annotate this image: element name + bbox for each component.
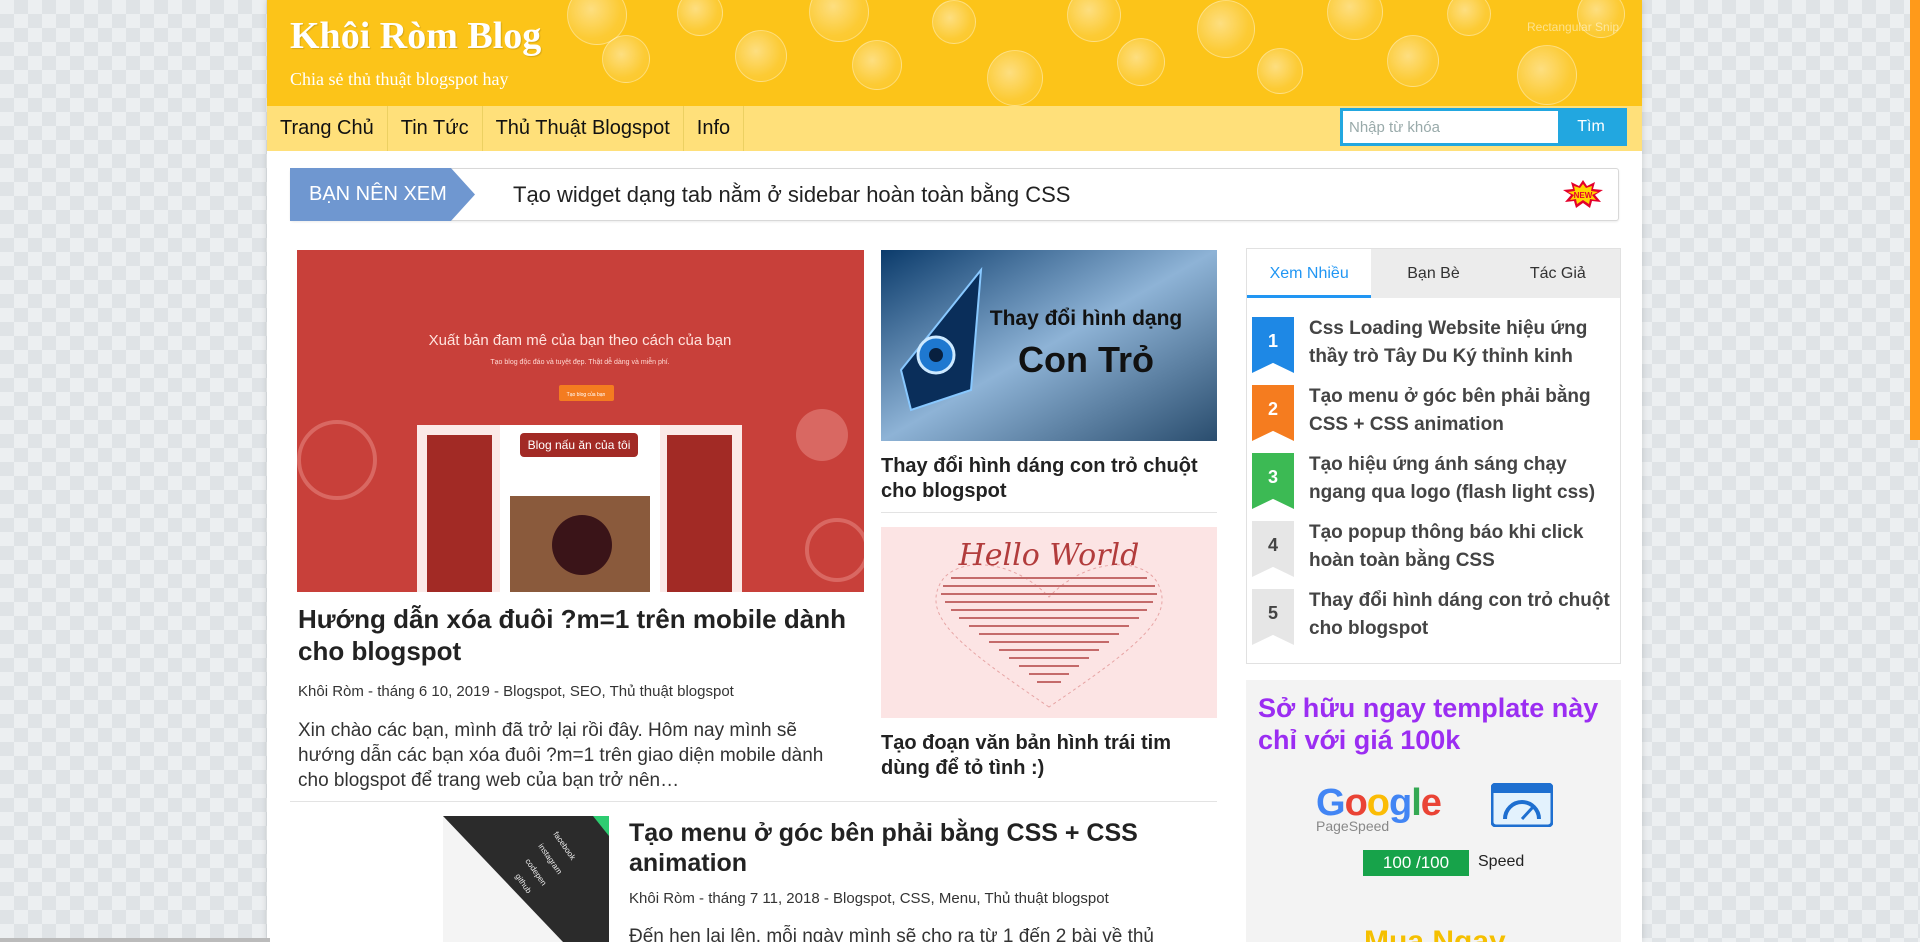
popular-post-item[interactable]: 2 Tạo menu ở góc bên phải bằng CSS + CSS… xyxy=(1252,385,1617,441)
main-nav: Trang Chủ Tin Tức Thủ Thuật Blogspot Inf… xyxy=(267,106,1642,151)
cursor-shape-illustration: Thay đổi hình dạng Con Trỏ xyxy=(881,250,1217,441)
promo-title: Sở hữu ngay template này chỉ với giá 100… xyxy=(1258,693,1599,755)
popular-rank-badge: 4 xyxy=(1252,521,1294,577)
buy-now-button[interactable]: Mua Ngay xyxy=(1364,925,1506,942)
blog-title[interactable]: Khôi Ròm Blog xyxy=(290,14,541,58)
featured-side-image-1[interactable]: Thay đổi hình dạng Con Trỏ xyxy=(881,250,1217,441)
new-badge-icon: NEW xyxy=(1563,180,1603,208)
popular-post-title[interactable]: Tạo hiệu ứng ánh sáng chạy ngang qua log… xyxy=(1309,451,1614,507)
bubble-decoration xyxy=(1257,48,1303,94)
template-promo-widget: Sở hữu ngay template này chỉ với giá 100… xyxy=(1246,680,1621,942)
scroll-indicator-strip xyxy=(1910,0,1920,440)
new-badge-text: NEW xyxy=(1574,191,1593,200)
corner-menu-illustration: facebook instagram codepen github xyxy=(443,816,609,942)
featured-side-divider xyxy=(881,512,1217,513)
search-input[interactable] xyxy=(1343,111,1558,143)
nav-item-home[interactable]: Trang Chủ xyxy=(267,106,388,151)
popular-post-item[interactable]: 4 Tạo popup thông báo khi click hoàn toà… xyxy=(1252,521,1617,577)
image-line-1: Thay đổi hình dạng xyxy=(990,307,1183,330)
popular-post-title[interactable]: Thay đổi hình dáng con trỏ chuột cho blo… xyxy=(1309,587,1614,643)
speed-score-badge: 100 /100 xyxy=(1363,850,1469,876)
recommended-ticker: BẠN NÊN XEM Tạo widget dạng tab nằm ở si… xyxy=(290,168,1619,221)
bubble-decoration xyxy=(809,0,869,42)
blog-description: Chia sẻ thủ thuật blogspot hay xyxy=(290,69,509,89)
post-thumbnail[interactable]: facebook instagram codepen github xyxy=(443,816,609,942)
popular-post-item[interactable]: 5 Thay đổi hình dáng con trỏ chuột cho b… xyxy=(1252,589,1617,645)
nav-item-news[interactable]: Tin Tức xyxy=(388,106,483,151)
bubble-decoration xyxy=(1067,0,1121,42)
featured-main-image[interactable]: Xuất bản đam mê của bạn theo cách của bạ… xyxy=(297,250,864,592)
bubble-decoration xyxy=(1117,38,1165,86)
popular-post-title[interactable]: Tạo popup thông báo khi click hoàn toàn … xyxy=(1309,519,1614,575)
post-excerpt: Đến hẹn lại lên, mỗi ngày mình sẽ cho ra… xyxy=(629,926,1154,942)
bubble-decoration xyxy=(677,0,723,36)
popular-post-title[interactable]: Css Loading Website hiệu ứng thầy trò Tâ… xyxy=(1309,315,1614,371)
search-box: Tìm xyxy=(1340,108,1627,146)
post-title[interactable]: Tạo menu ở góc bên phải bằng CSS + CSS a… xyxy=(629,818,1169,878)
speed-label: Speed xyxy=(1478,853,1525,870)
tab-author[interactable]: Tác Giả xyxy=(1496,249,1620,298)
image-button-text: Tạo blog của bạn xyxy=(567,391,606,398)
sidebar-tabs-widget: Xem Nhiều Bạn Bè Tác Giả 1 Css Loading W… xyxy=(1246,248,1621,664)
image-card-title: Blog nấu ăn của tôi xyxy=(528,438,631,452)
featured-side-image-2[interactable]: Hello World xyxy=(881,527,1217,718)
popular-rank-badge: 3 xyxy=(1252,453,1294,509)
image-line-2: Con Trỏ xyxy=(1018,339,1154,380)
header-widget-text: Rectangular Snip xyxy=(1527,20,1620,34)
popular-rank-badge: 2 xyxy=(1252,385,1294,441)
site-header: Khôi Ròm Blog Chia sẻ thủ thuật blogspot… xyxy=(267,0,1642,106)
blogger-promo-illustration: Xuất bản đam mê của bạn theo cách của bạ… xyxy=(297,250,864,592)
bubble-decoration xyxy=(602,35,650,83)
featured-divider xyxy=(290,801,1217,802)
featured-side-title-2[interactable]: Tạo đoạn văn bản hình trái tim dùng để t… xyxy=(881,731,1211,781)
ticker-link[interactable]: Tạo widget dạng tab nằm ở sidebar hoàn t… xyxy=(513,169,1070,220)
featured-main-meta: Khôi Ròm - tháng 6 10, 2019 - Blogspot, … xyxy=(298,683,734,700)
ticker-label: BẠN NÊN XEM xyxy=(290,168,475,221)
tab-friends[interactable]: Bạn Bè xyxy=(1371,249,1495,298)
page: Khôi Ròm Blog Chia sẻ thủ thuật blogspot… xyxy=(267,0,1642,942)
heart-text-illustration: Hello World xyxy=(881,527,1217,718)
popular-post-item[interactable]: 3 Tạo hiệu ứng ánh sáng chạy ngang qua l… xyxy=(1252,453,1617,509)
image-hello-world: Hello World xyxy=(958,538,1140,573)
bubble-decoration xyxy=(735,30,787,82)
bottom-bar xyxy=(0,938,270,942)
nav-item-blogspot-tips[interactable]: Thủ Thuật Blogspot xyxy=(483,106,684,151)
bubble-decoration xyxy=(1197,0,1255,58)
popular-post-title[interactable]: Tạo menu ở góc bên phải bằng CSS + CSS a… xyxy=(1309,383,1614,439)
image-subline: Tạo blog độc đáo và tuyệt đẹp. Thật dễ d… xyxy=(490,357,669,366)
image-headline: Xuất bản đam mê của bạn theo cách của bạ… xyxy=(429,332,732,349)
popular-post-item[interactable]: 1 Css Loading Website hiệu ứng thầy trò … xyxy=(1252,317,1617,373)
bubble-decoration xyxy=(1517,45,1577,105)
popular-rank-badge: 5 xyxy=(1252,589,1294,645)
featured-side-title-1[interactable]: Thay đổi hình dáng con trỏ chuột cho blo… xyxy=(881,454,1211,504)
pagespeed-label: PageSpeed xyxy=(1316,818,1390,834)
bubble-decoration xyxy=(987,50,1043,106)
bubble-decoration xyxy=(1327,0,1383,40)
bubble-decoration xyxy=(1447,0,1491,36)
featured-main-title[interactable]: Hướng dẫn xóa đuôi ?m=1 trên mobile dành… xyxy=(298,603,853,667)
popular-rank-badge: 1 xyxy=(1252,317,1294,373)
bubble-decoration xyxy=(932,0,976,44)
tab-most-viewed[interactable]: Xem Nhiều xyxy=(1247,249,1372,298)
post-meta: Khôi Ròm - tháng 7 11, 2018 - Blogspot, … xyxy=(629,890,1109,907)
bubble-decoration xyxy=(852,40,902,90)
nav-item-info[interactable]: Info xyxy=(684,106,745,151)
speedometer-icon xyxy=(1491,783,1553,827)
featured-main-excerpt: Xin chào các bạn, mình đã trở lại rồi đâ… xyxy=(298,720,824,791)
bubble-decoration xyxy=(1387,35,1439,87)
search-button[interactable]: Tìm xyxy=(1558,111,1624,143)
